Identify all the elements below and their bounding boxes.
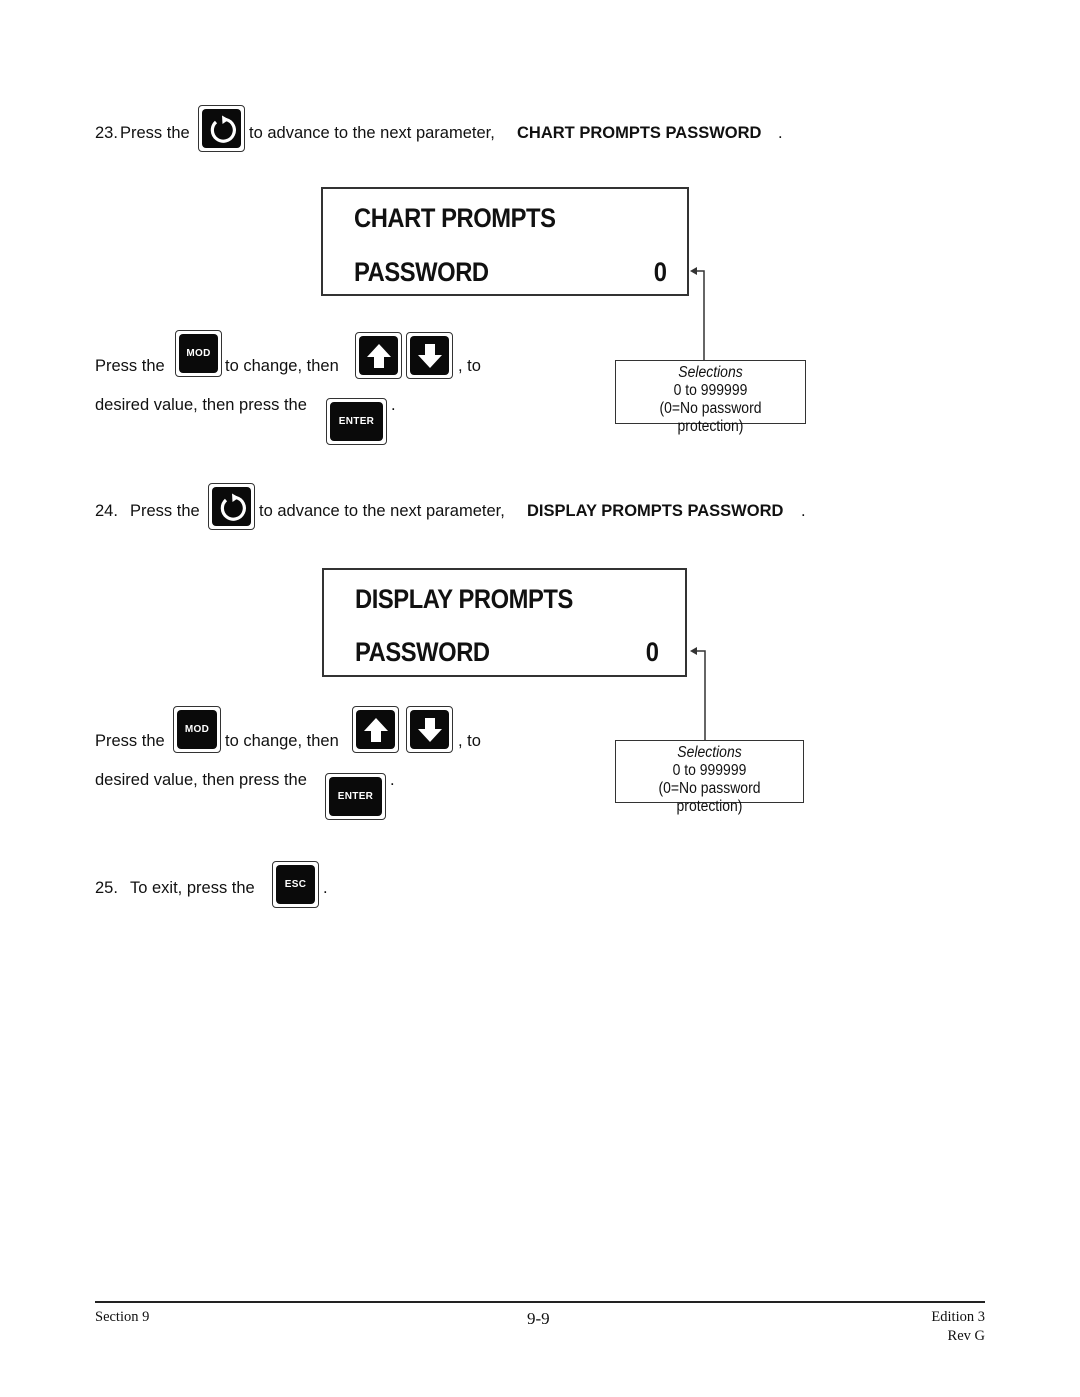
footer-edition: Edition 3	[931, 1309, 985, 1325]
instruction-press-text: Press the	[95, 732, 165, 750]
scroll-advance-icon	[212, 487, 251, 526]
step-24-period: .	[801, 502, 806, 520]
selections-note: (0=No password protection)	[658, 780, 761, 815]
display-value: 0	[653, 257, 667, 287]
selections-box: Selections 0 to 999999 (0=No password pr…	[615, 740, 804, 815]
instruction-period: .	[390, 771, 395, 789]
instruction-press-text: Press the	[95, 357, 165, 375]
chart-prompts-password-display: CHART PROMPTS PASSWORD 0	[321, 187, 689, 296]
esc-key-label: ESC	[276, 865, 315, 904]
connector-arrow	[690, 647, 706, 740]
display-value: 0	[645, 637, 659, 667]
instruction-to-text: , to	[458, 732, 481, 750]
step-25-text: To exit, press the	[130, 879, 255, 897]
footer-section: Section 9	[95, 1309, 150, 1325]
enter-key-label: ENTER	[329, 777, 382, 816]
scroll-key-button[interactable]	[208, 483, 255, 530]
step-24-number: 24.	[95, 502, 118, 520]
footer-divider	[95, 1301, 985, 1303]
step-24-parameter-name: DISPLAY PROMPTS PASSWORD	[527, 502, 784, 520]
footer-revision: Rev G	[947, 1328, 985, 1344]
down-arrow-icon	[410, 710, 449, 749]
esc-key-button[interactable]: ESC	[272, 861, 319, 908]
display-line-1: CHART PROMPTS	[354, 203, 556, 233]
mod-key-button[interactable]: MOD	[173, 706, 221, 753]
instruction-desired-text: desired value, then press the	[95, 771, 307, 789]
step-23-number: 23.	[95, 124, 118, 142]
display-line-1: DISPLAY PROMPTS	[355, 584, 573, 614]
instruction-desired-text: desired value, then press the	[95, 396, 307, 414]
step-25-period: .	[323, 879, 328, 897]
step-25-number: 25.	[95, 879, 118, 897]
step-23-parameter-name: CHART PROMPTS PASSWORD	[517, 124, 762, 142]
footer-page-number: 9-9	[527, 1309, 550, 1328]
up-arrow-icon	[356, 710, 395, 749]
scroll-advance-icon	[202, 109, 241, 148]
up-arrow-icon	[359, 336, 398, 375]
instruction-change-text: to change, then	[225, 732, 339, 750]
up-arrow-key-button[interactable]	[352, 706, 399, 753]
instruction-change-text: to change, then	[225, 357, 339, 375]
mod-key-label: MOD	[177, 710, 217, 749]
down-arrow-key-button[interactable]	[406, 706, 453, 753]
selections-title: Selections	[678, 364, 743, 381]
selections-range: 0 to 999999	[672, 762, 747, 779]
instruction-period: .	[391, 396, 396, 414]
step-23-advance-text: to advance to the next parameter,	[249, 124, 495, 142]
enter-key-label: ENTER	[330, 402, 383, 441]
selections-range: 0 to 999999	[673, 382, 748, 399]
scroll-key-button[interactable]	[198, 105, 245, 152]
selections-note: (0=No password protection)	[659, 400, 762, 435]
up-arrow-key-button[interactable]	[355, 332, 402, 379]
down-arrow-icon	[410, 336, 449, 375]
enter-key-button[interactable]: ENTER	[326, 398, 387, 445]
step-24-press-text: Press the	[130, 502, 200, 520]
step-24-advance-text: to advance to the next parameter,	[259, 502, 505, 520]
down-arrow-key-button[interactable]	[406, 332, 453, 379]
mod-key-button[interactable]: MOD	[175, 330, 222, 377]
display-prompts-password-display: DISPLAY PROMPTS PASSWORD 0	[322, 568, 687, 677]
selections-title: Selections	[677, 744, 742, 761]
display-line-2: PASSWORD	[355, 637, 490, 667]
selections-box: Selections 0 to 999999 (0=No password pr…	[615, 360, 806, 435]
enter-key-button[interactable]: ENTER	[325, 773, 386, 820]
step-23-press-text: Press the	[120, 124, 190, 142]
mod-key-label: MOD	[179, 334, 218, 373]
connector-arrow	[690, 267, 705, 360]
display-line-2: PASSWORD	[354, 257, 489, 287]
instruction-to-text: , to	[458, 357, 481, 375]
step-23-period: .	[778, 124, 783, 142]
